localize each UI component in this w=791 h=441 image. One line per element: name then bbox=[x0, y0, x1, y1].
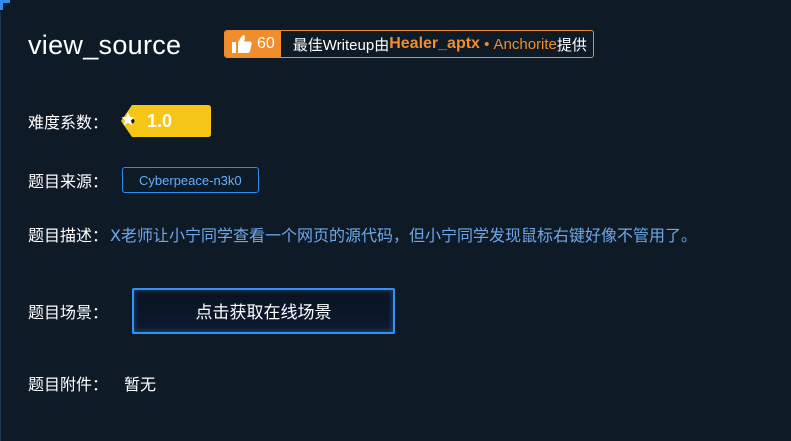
best-writeup-badge[interactable]: 60 最佳Writeup由 Healer_aptx • Anchorite 提供 bbox=[224, 30, 594, 58]
scene-row: 题目场景： 点击获取在线场景 bbox=[28, 287, 396, 334]
attachment-label: 题目附件： bbox=[28, 375, 109, 394]
get-online-scene-button[interactable]: 点击获取在线场景 bbox=[132, 287, 396, 334]
description-text: X老师让小宁同学查看一个网页的源代码，但小宁同学发现鼠标右键好像不管用了。 bbox=[110, 226, 697, 245]
like-button[interactable]: 60 bbox=[225, 31, 281, 57]
writeup-author[interactable]: Healer_aptx bbox=[389, 35, 480, 53]
writeup-suffix: 提供 bbox=[556, 36, 587, 54]
attachment-row: 题目附件： 暂无 bbox=[28, 370, 156, 396]
writeup-credit[interactable]: 最佳Writeup由 Healer_aptx • Anchorite 提供 bbox=[280, 31, 593, 57]
source-row: 题目来源： Cyberpeace-n3k0 bbox=[28, 166, 259, 194]
difficulty-label: 难度系数： bbox=[28, 113, 109, 132]
challenge-header: view_source bbox=[28, 25, 181, 65]
writeup-separator: • bbox=[479, 35, 494, 53]
challenge-title: view_source bbox=[28, 29, 182, 60]
attachment-value: 暂无 bbox=[124, 375, 157, 394]
difficulty-tag: 1.0 bbox=[120, 104, 212, 138]
source-label: 题目来源： bbox=[28, 172, 109, 191]
writeup-team[interactable]: Anchorite bbox=[494, 36, 557, 53]
writeup-prefix: 最佳Writeup由 bbox=[292, 36, 390, 54]
difficulty-row: 难度系数： 1.0 bbox=[28, 104, 212, 138]
corner-decoration bbox=[0, 0, 10, 10]
scene-label: 题目场景： bbox=[28, 302, 109, 322]
thumbs-up-icon bbox=[231, 34, 253, 54]
description-row: 题目描述： X老师让小宁同学查看一个网页的源代码，但小宁同学发现鼠标右键好像不管… bbox=[28, 221, 697, 247]
like-count: 60 bbox=[257, 35, 275, 52]
source-tag[interactable]: Cyberpeace-n3k0 bbox=[122, 167, 259, 193]
difficulty-value: 1.0 bbox=[147, 110, 173, 131]
panel-edge bbox=[0, 12, 1, 441]
description-label: 题目描述： bbox=[28, 226, 109, 245]
